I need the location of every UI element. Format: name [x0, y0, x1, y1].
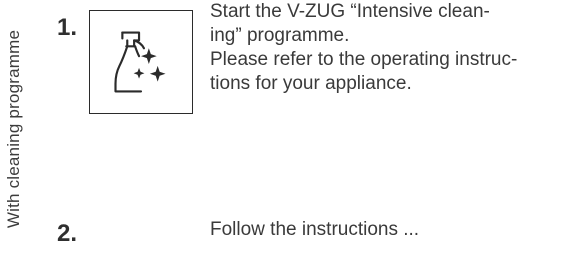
section-side-label: With cleaning programme	[4, 29, 23, 229]
step-1-line: ing” programme.	[210, 25, 350, 46]
step-1-line: Start the V-ZUG “Intensive clean-	[210, 1, 490, 22]
step-2-instructions: Follow the instructions ...	[210, 219, 420, 240]
step-1-line: Please refer to the operating instruc-	[210, 49, 518, 70]
step-number-2: 2.	[57, 220, 78, 247]
spray-bottle-icon-box	[89, 10, 193, 114]
spray-bottle-sparkle-icon	[114, 31, 166, 93]
step-1-instructions: Start the V-ZUG “Intensive clean- ing” p…	[210, 0, 570, 96]
step-number-1: 1.	[57, 14, 78, 41]
step-1-line: tions for your appliance.	[210, 73, 412, 94]
